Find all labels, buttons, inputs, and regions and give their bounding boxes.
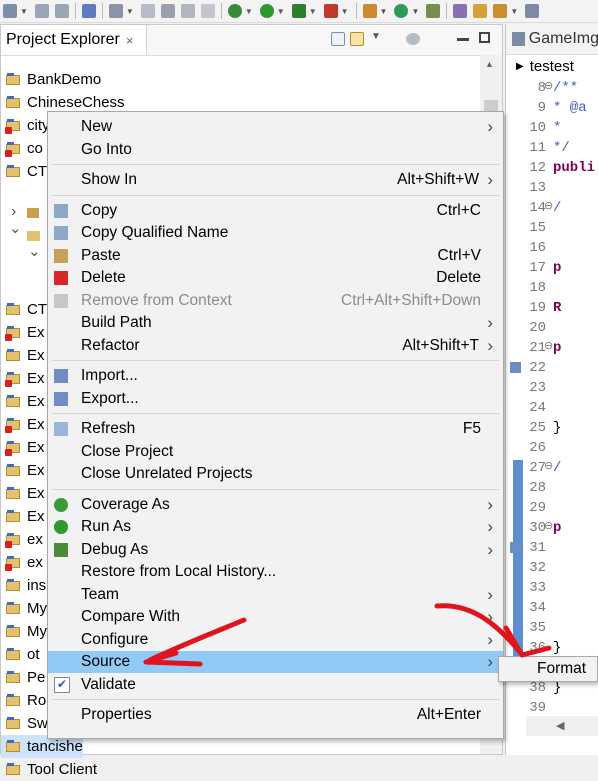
tree-item-label: Tool Client — [27, 761, 98, 778]
java-project-icon — [6, 763, 21, 776]
tree-item[interactable]: Tool Client — [1, 758, 97, 781]
annotation-arrow-right-head — [503, 625, 552, 658]
annotation-overlay — [143, 603, 552, 667]
annotation-arrow-left-head — [143, 650, 203, 667]
